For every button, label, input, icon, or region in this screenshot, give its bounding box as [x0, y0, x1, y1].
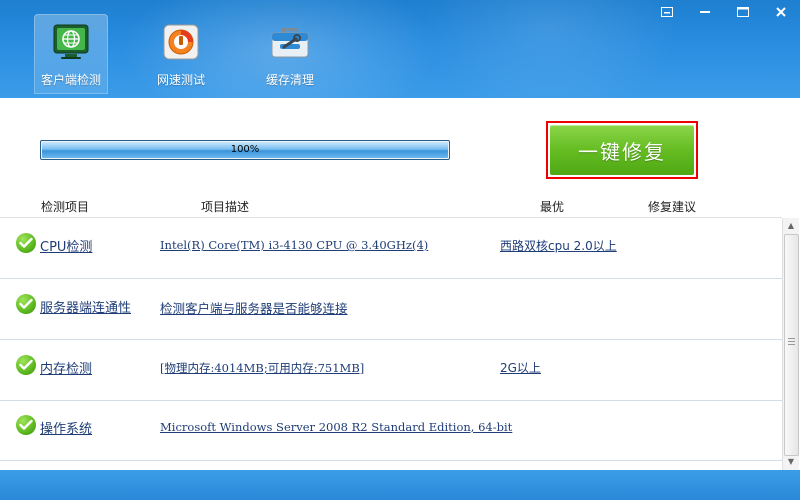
grip-icon — [788, 338, 795, 346]
tab-label: 网速测试 — [156, 73, 205, 87]
menu-icon[interactable] — [648, 0, 686, 24]
column-header-item: 检测项目 — [41, 200, 90, 214]
row-item-link[interactable]: 内存检测 — [40, 358, 92, 377]
scroll-up-arrow-icon[interactable]: ▲ — [783, 218, 799, 234]
footer-bar — [0, 470, 800, 500]
row-description-link[interactable]: Intel(R) Core(TM) i3-4130 CPU @ 3.40GHz(… — [160, 238, 428, 252]
row-description-link[interactable]: 检测客户端与服务器是否能够连接 — [160, 298, 348, 317]
row-item-link[interactable]: CPU检测 — [40, 236, 92, 255]
check-ok-icon — [16, 233, 36, 253]
column-header-suggestion: 修复建议 — [648, 200, 697, 214]
monitor-globe-icon — [51, 22, 91, 65]
toolbox-icon — [268, 22, 312, 65]
row-description-link[interactable]: Microsoft Windows Server 2008 R2 Standar… — [160, 420, 512, 434]
column-header-desc: 项目描述 — [201, 200, 250, 214]
maximize-icon[interactable] — [724, 0, 762, 24]
repair-button-highlight: 一键修复 — [546, 121, 698, 179]
table-row: 服务器端连通性 检测客户端与服务器是否能够连接 — [0, 279, 782, 340]
one-click-repair-button[interactable]: 一键修复 — [550, 125, 694, 175]
row-description-link[interactable]: [物理内存:4014MB;可用内存:751MB] — [160, 360, 364, 376]
check-ok-icon — [16, 294, 36, 314]
header-bar: 客户端检测 网速测试 缓存清理 — [0, 0, 800, 98]
tab-cache-clean[interactable]: 缓存清理 — [254, 14, 326, 94]
tab-speed-test[interactable]: 网速测试 — [146, 14, 216, 94]
column-header-best: 最优 — [540, 200, 565, 214]
row-item-link[interactable]: 操作系统 — [40, 418, 92, 437]
row-item-link[interactable]: 服务器端连通性 — [40, 297, 131, 316]
row-best-link[interactable]: 西路双核cpu 2.0以上 — [500, 237, 617, 254]
scrollbar-thumb[interactable] — [784, 234, 799, 456]
close-icon[interactable] — [762, 0, 800, 24]
check-ok-icon — [16, 415, 36, 435]
scroll-down-arrow-icon[interactable]: ▼ — [783, 454, 799, 470]
minimize-icon[interactable] — [686, 0, 724, 24]
header-glow-2 — [420, 0, 680, 98]
table-row: 操作系统 Microsoft Windows Server 2008 R2 St… — [0, 400, 782, 461]
window-controls — [648, 0, 800, 26]
tab-client-check[interactable]: 客户端检测 — [34, 14, 108, 94]
row-best-link[interactable]: 2G以上 — [500, 359, 541, 376]
table-row: 内存检测 [物理内存:4014MB;可用内存:751MB] 2G以上 — [0, 340, 782, 401]
progress-percent: 100% — [230, 144, 260, 155]
tab-label: 客户端检测 — [40, 73, 101, 87]
tab-label: 缓存清理 — [265, 73, 314, 87]
vertical-scrollbar[interactable]: ▲ ▼ — [782, 218, 799, 470]
table-row: CPU检测 Intel(R) Core(TM) i3-4130 CPU @ 3.… — [0, 218, 782, 279]
scan-progress-bar: 100% — [40, 140, 450, 160]
check-ok-icon — [16, 355, 36, 375]
speed-gauge-icon — [161, 22, 201, 65]
